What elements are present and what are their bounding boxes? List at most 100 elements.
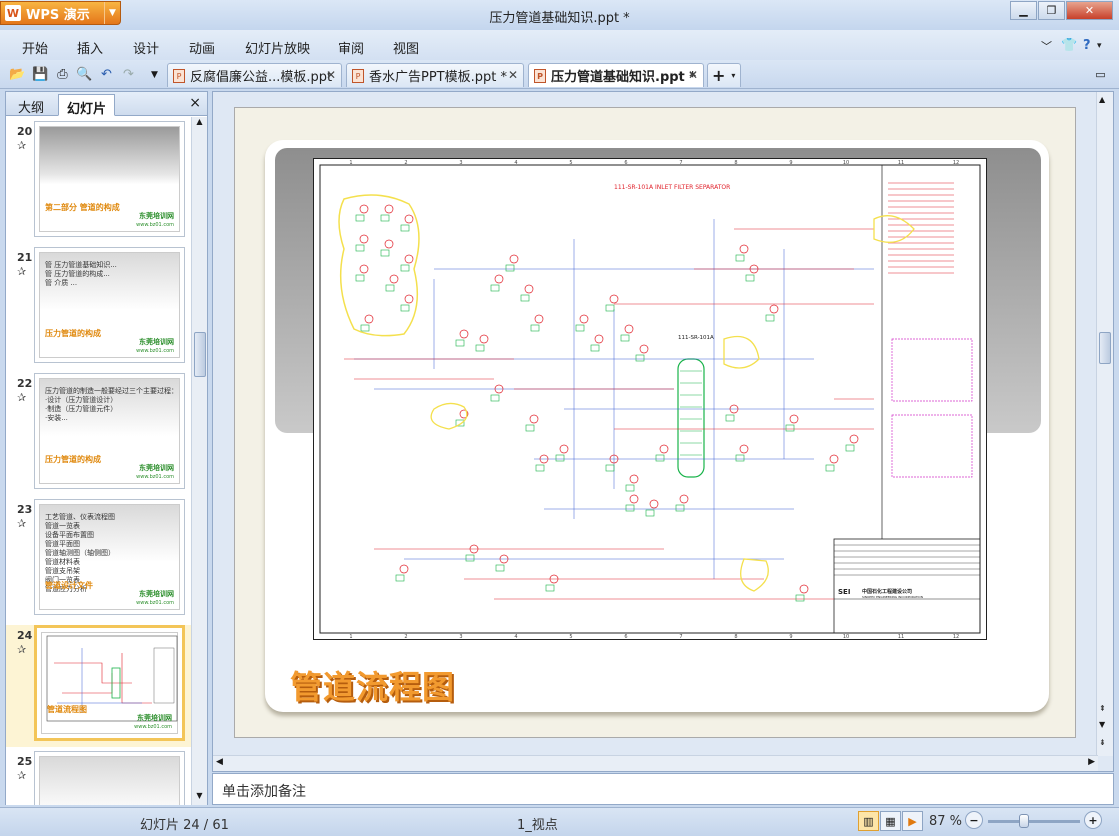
zoom-slider[interactable] [988, 820, 1080, 823]
thumbnail-title: 管道设计文件 [45, 581, 93, 590]
instrument-box [465, 554, 475, 562]
menu-home[interactable]: 开始 [22, 38, 48, 57]
instrument-bubble [384, 204, 394, 214]
menu-slideshow[interactable]: 幻灯片放映 [245, 38, 310, 57]
border-number: 11 [898, 634, 904, 639]
notes-placeholder: 单击添加备注 [222, 784, 306, 800]
thumbnail-slide: 管 压力管道基础知识... 管 压力管道的构成... 管 介质 ... 压力管道的构成… [39, 252, 180, 358]
undo-icon[interactable]: ↶ [98, 66, 115, 83]
menu-animation[interactable]: 动画 [189, 38, 215, 57]
border-number: 8 [734, 634, 737, 639]
instrument-bubble [739, 444, 749, 454]
slide-thumbnail[interactable]: 22 ✰ 压力管道的制造一般要经过三个主要过程： ·设计（压力管道设计） ·制造（压力管… [6, 373, 191, 495]
instrument-bubble [799, 584, 809, 594]
ppt-file-icon: P [534, 69, 546, 83]
scroll-thumb[interactable] [194, 332, 206, 377]
instrument-box [360, 324, 370, 332]
close-tab-icon[interactable]: ✕ [508, 68, 518, 82]
instrument-box [625, 504, 635, 512]
zoom-out-button[interactable]: − [965, 811, 983, 829]
instrument-box [545, 584, 555, 592]
redo-icon[interactable]: ↷ [120, 66, 137, 83]
help-icon[interactable]: ? [1083, 38, 1091, 53]
slide-thumbnail[interactable]: 23 ✰ 工艺管道、仪表流程图 管道一览表 设备平面布置图 管道平面图 管道轴测图（轴侧图）… [6, 499, 191, 621]
instrument-bubble [769, 304, 779, 314]
instrument-box [795, 594, 805, 602]
instrument-bubble [789, 414, 799, 424]
close-tab-icon[interactable]: ✕ [326, 68, 336, 82]
instrument-box [555, 454, 565, 462]
slide-24[interactable]: 1 1 2 2 3 3 4 4 5 5 6 6 7 7 8 8 9 9 10 10 11 11 12 12 SEI 中国石化工程建… [234, 107, 1076, 738]
doc-tab-1[interactable]: P 反腐倡廉公益...模板.ppt ✕ [167, 63, 342, 87]
tab-outline[interactable]: 大纲 [10, 94, 52, 116]
normal-view-button[interactable]: ▥ [858, 811, 879, 831]
zoom-in-button[interactable]: + [1084, 811, 1102, 829]
doc-tab-3[interactable]: P 压力管道基础知识.ppt * ✕ [528, 63, 704, 87]
instrument-box [765, 314, 775, 322]
customize-icon[interactable]: ▼ [146, 66, 163, 83]
new-tab-button[interactable]: + ▾ [707, 63, 741, 87]
next-slide-icon[interactable]: ⇟ [1099, 738, 1106, 747]
thumbnail-frame[interactable]: 第二部分 管道的构成 东莞培训网 www.bz01.com [34, 121, 185, 237]
prev-slide-icon[interactable]: ⇞ [1099, 704, 1106, 713]
instrument-bubble [849, 434, 859, 444]
instrument-box [385, 284, 395, 292]
skin-icon[interactable]: 👕 [1061, 38, 1077, 53]
tab-list-icon[interactable]: ▭ [1092, 66, 1109, 83]
border-number: 7 [679, 160, 682, 166]
slide-thumbnail[interactable]: 25 ✰ [6, 751, 191, 805]
close-panel-icon[interactable]: × [189, 95, 201, 111]
thumbnail-frame[interactable] [34, 751, 185, 805]
help-dropdown-icon[interactable]: ▾ [1097, 41, 1102, 51]
highlight-cloud [338, 194, 420, 337]
maximize-button[interactable]: ❐ [1038, 1, 1065, 20]
doc-tab-2[interactable]: P 香水广告PPT模板.ppt * ✕ [346, 63, 524, 87]
print-icon[interactable]: ⎙ [54, 66, 71, 83]
sorter-view-button[interactable]: ▦ [880, 811, 901, 831]
border-number: 10 [843, 160, 849, 166]
slide-thumbnail[interactable]: 24 ✰ 管道流程图 东莞培训网 www.bz01.com [6, 625, 191, 747]
collapse-ribbon-icon[interactable]: ﹀ [1041, 38, 1052, 54]
print-preview-icon[interactable]: 🔍 [76, 66, 93, 83]
instrument-bubble [494, 274, 504, 284]
slide-thumbnail[interactable]: 20 ✰ 第二部分 管道的构成 东莞培训网 www.bz01.com [6, 121, 191, 243]
thumbnail-frame[interactable]: 管 压力管道基础知识... 管 压力管道的构成... 管 介质 ... 压力管道的构成… [34, 247, 185, 363]
pid-drawing[interactable]: 1 1 2 2 3 3 4 4 5 5 6 6 7 7 8 8 9 9 10 10 11 11 12 12 SEI 中国石化工程建… [313, 158, 987, 640]
slide-heading[interactable]: 管道流程图 [290, 662, 455, 708]
slide-thumbnail[interactable]: 21 ✰ 管 压力管道基础知识... 管 压力管道的构成... 管 介质 ... 压力管道… [6, 247, 191, 369]
scroll-thumb[interactable] [1099, 332, 1111, 364]
border-number: 3 [459, 160, 462, 166]
notes-pane[interactable]: 单击添加备注 [212, 773, 1114, 805]
instrument-box [505, 264, 515, 272]
instrument-box [475, 344, 485, 352]
thumbnail-text-line: 管道一览表 [45, 522, 80, 530]
status-bar: 幻灯片 24 / 61 1_视点 ▥ ▦ ▶ 87 % − + [0, 807, 1119, 836]
zoom-slider-thumb[interactable] [1019, 814, 1029, 828]
menu-design[interactable]: 设计 [133, 38, 159, 57]
thumbnail-frame[interactable]: 管道流程图 东莞培训网 www.bz01.com [34, 625, 185, 741]
close-window-button[interactable]: ✕ [1066, 1, 1113, 20]
border-number: 1 [349, 160, 352, 166]
save-icon[interactable]: 💾 [32, 66, 49, 83]
animation-star-icon: ✰ [17, 139, 27, 152]
menu-insert[interactable]: 插入 [77, 38, 103, 57]
editor-scrollbar[interactable]: ▲ ⇞ ▼ ⇟ [1096, 92, 1113, 756]
thumbnail-frame[interactable]: 工艺管道、仪表流程图 管道一览表 设备平面布置图 管道平面图 管道轴测图（轴侧图） 管道材… [34, 499, 185, 615]
detail-box [891, 414, 973, 478]
thumbnail-number: 21 [17, 251, 33, 264]
editor-hscrollbar[interactable]: ◀ ▶ [213, 755, 1098, 771]
menu-review[interactable]: 审阅 [338, 38, 364, 57]
thumbnail-frame[interactable]: 压力管道的制造一般要经过三个主要过程： ·设计（压力管道设计） ·制造（压力管道元件… [34, 373, 185, 489]
border-number: 12 [953, 634, 959, 639]
slideshow-button[interactable]: ▶ [902, 811, 923, 831]
open-icon[interactable]: 📂 [9, 66, 26, 83]
border-number: 10 [843, 634, 849, 639]
close-tab-icon[interactable]: ✕ [688, 68, 698, 82]
tab-slides[interactable]: 幻灯片 [58, 94, 116, 117]
menu-view[interactable]: 视图 [393, 38, 419, 57]
thumbnail-text-line: 管道材料表 [45, 558, 80, 566]
thumbnail-scrollbar[interactable]: ▲ ▼ [191, 117, 207, 805]
minimize-button[interactable]: ▁ [1010, 1, 1037, 20]
thumbnail-brand: 东莞培训网 [139, 464, 174, 472]
instrument-box [745, 274, 755, 282]
